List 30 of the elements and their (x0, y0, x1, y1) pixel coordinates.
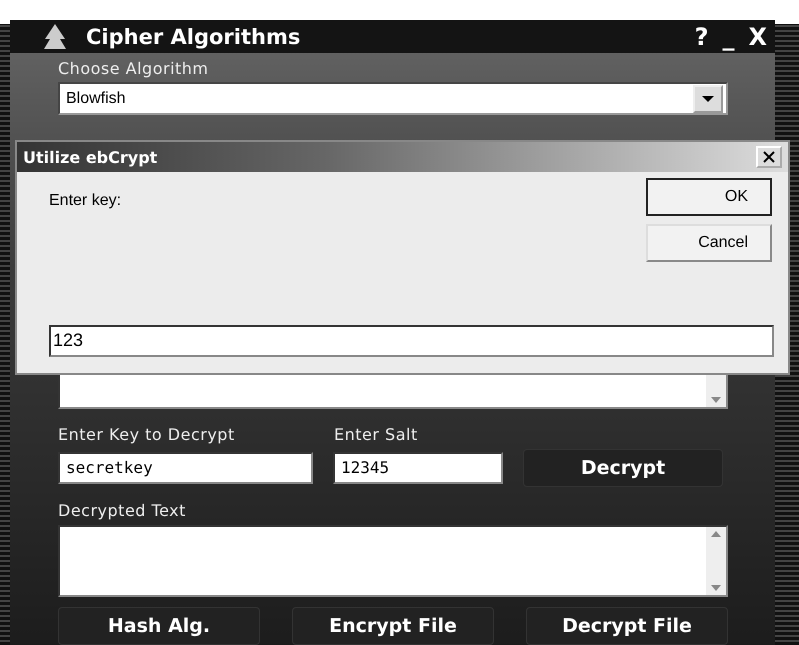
decrypt-button[interactable]: Decrypt (523, 449, 723, 487)
action-button[interactable]: Encrypt File (292, 607, 494, 645)
field-label: Enter Salt (334, 425, 418, 445)
algorithm-dropdown[interactable]: Blowfish (58, 82, 728, 115)
action-button[interactable]: Hash Alg. (58, 607, 260, 645)
prompt-label: Enter key: (49, 192, 122, 211)
close-button[interactable] (756, 146, 782, 168)
dropdown-button[interactable] (693, 84, 723, 112)
caret-icon (701, 94, 715, 104)
scrollbar[interactable] (706, 527, 726, 595)
text-area[interactable] (58, 525, 728, 597)
key-field[interactable]: secretkey (58, 452, 313, 484)
arrow-up-icon (709, 529, 723, 539)
window-control[interactable]: ? (692, 22, 710, 50)
key-input-field[interactable]: 123 (49, 325, 774, 357)
arrow-down-icon (709, 395, 723, 405)
window-control[interactable]: X (746, 22, 769, 50)
field-label: Decrypted Text (58, 501, 187, 521)
salt-field[interactable]: 12345 (333, 452, 503, 484)
window-control[interactable]: _ (720, 22, 736, 50)
action-button[interactable]: Decrypt File (526, 607, 728, 645)
field-label: Enter Key to Decrypt (58, 425, 236, 445)
tree-icon (42, 22, 68, 50)
dialog-button[interactable]: Cancel (646, 224, 772, 262)
field-label: Choose Algorithm (58, 59, 210, 79)
close-icon (762, 151, 776, 163)
arrow-down-icon (709, 583, 723, 593)
dialog-button[interactable]: OK (646, 178, 772, 216)
window-title: Cipher Algorithms (86, 24, 302, 48)
dialog-title: Utilize ebCrypt (23, 148, 158, 166)
